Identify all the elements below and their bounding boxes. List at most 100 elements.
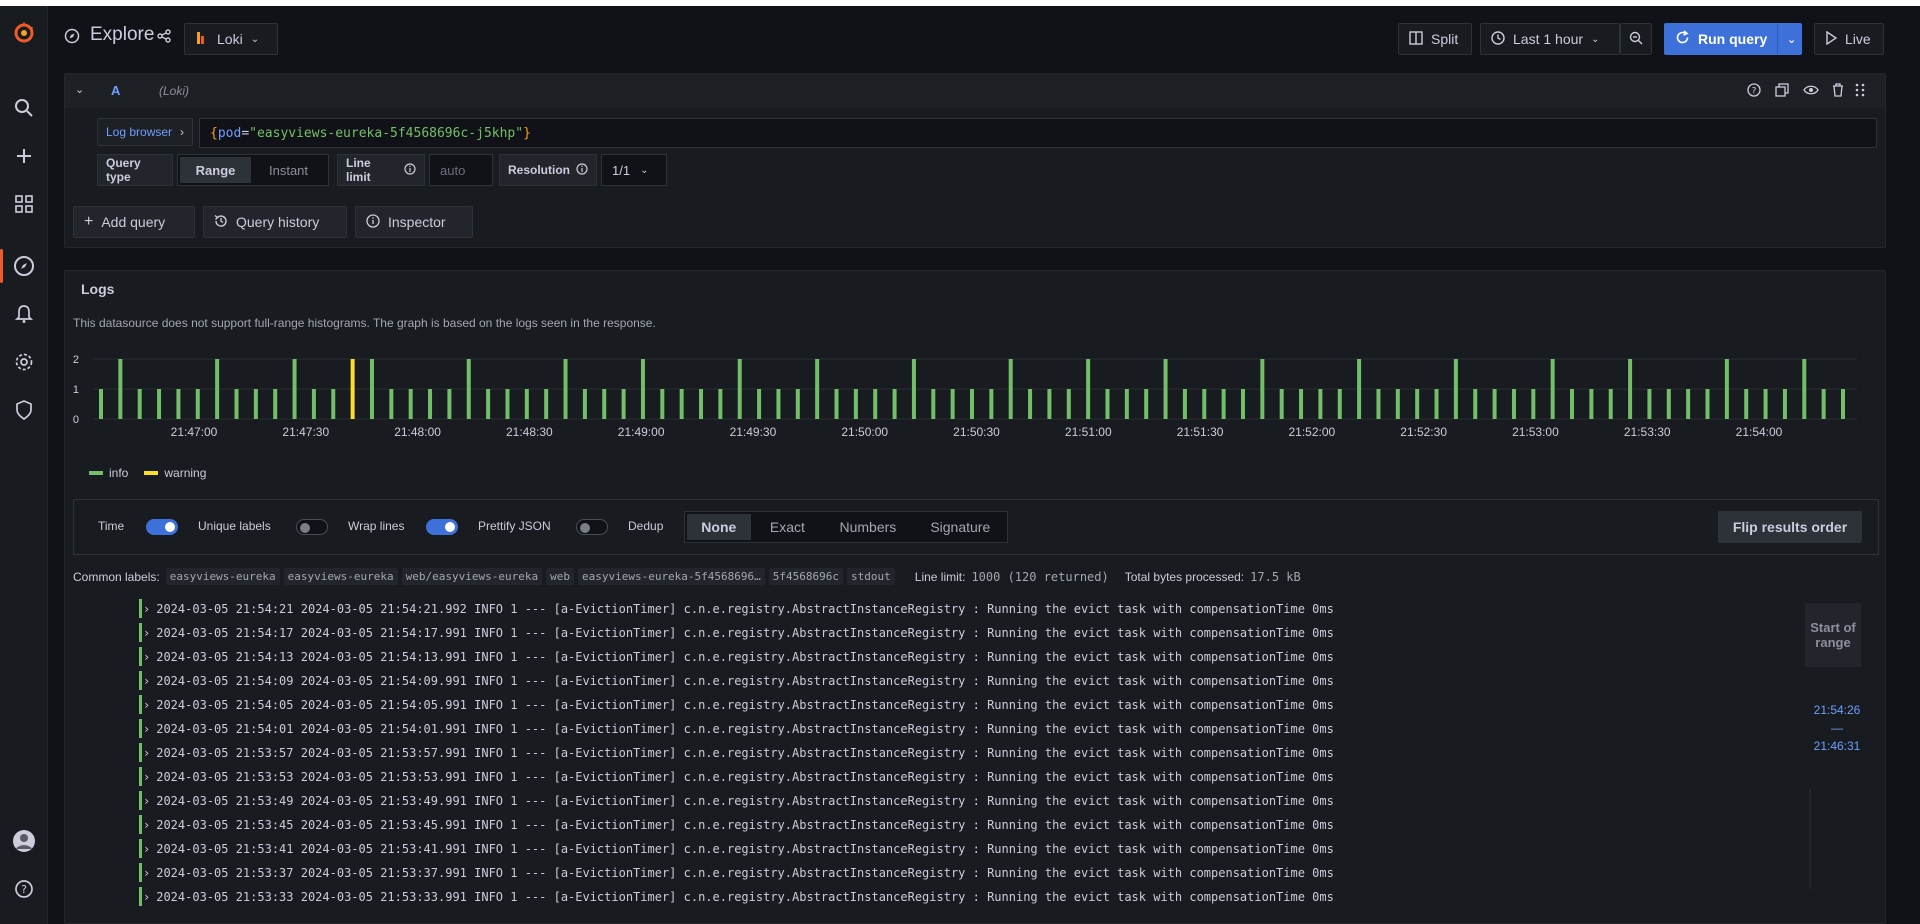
query-expression-input[interactable]: { pod = "easyviews-eureka-5f4568696c-j5k… [199, 118, 1877, 148]
histogram-bar-info[interactable] [1686, 389, 1691, 419]
dedup-signature-option[interactable]: Signature [916, 514, 1005, 540]
duplicate-query-icon[interactable] [1775, 83, 1789, 100]
expand-chevron-icon[interactable]: › [143, 866, 150, 880]
histogram-bar-info[interactable] [989, 389, 994, 419]
expand-chevron-icon[interactable]: › [143, 698, 150, 712]
logs-volume-histogram[interactable]: 0 1 2 21:47:00 21:47:30 21:48:00 21:48:30 21:49… [65, 351, 1886, 451]
datasource-picker[interactable]: Loki ⌄ [184, 23, 278, 55]
add-query-button[interactable]: + Add query [73, 206, 195, 238]
dashboards-icon[interactable] [10, 190, 38, 218]
expand-chevron-icon[interactable]: › [143, 818, 150, 832]
histogram-bar-info[interactable] [1744, 389, 1749, 419]
delete-query-trash-icon[interactable] [1831, 83, 1845, 100]
histogram-bar-info[interactable] [1105, 389, 1110, 419]
log-row[interactable]: › 2024-03-05 21:53:41 2024-03-05 21:53:41… [143, 839, 1334, 858]
histogram-bar-info[interactable] [1008, 359, 1013, 419]
histogram-bar-info[interactable] [1666, 389, 1671, 419]
histogram-bar-info[interactable] [176, 389, 181, 419]
query-type-range-option[interactable]: Range [180, 157, 252, 183]
histogram-bar-info[interactable] [1802, 359, 1807, 419]
run-query-button[interactable]: Run query ⌄ [1664, 23, 1802, 55]
histogram-bar-info[interactable] [118, 359, 123, 419]
log-row[interactable]: › 2024-03-05 21:54:05 2024-03-05 21:54:05… [143, 695, 1334, 714]
histogram-bar-info[interactable] [1453, 359, 1458, 419]
histogram-bar-info[interactable] [660, 389, 665, 419]
histogram-bar-info[interactable] [1260, 359, 1265, 419]
histogram-bar-info[interactable] [1182, 389, 1187, 419]
histogram-bar-info[interactable] [1221, 389, 1226, 419]
expand-chevron-icon[interactable]: › [143, 746, 150, 760]
configuration-gear-icon[interactable] [10, 348, 38, 376]
log-row[interactable]: › 2024-03-05 21:53:57 2024-03-05 21:53:57… [143, 743, 1334, 762]
histogram-bar-info[interactable] [795, 389, 800, 419]
histogram-bar-info[interactable] [311, 389, 316, 419]
histogram-bar-info[interactable] [1028, 389, 1033, 419]
histogram-bar-info[interactable] [1531, 389, 1536, 419]
histogram-bar-info[interactable] [1782, 389, 1787, 419]
histogram-bar-info[interactable] [1357, 359, 1362, 419]
expand-chevron-icon[interactable]: › [143, 842, 150, 856]
expand-chevron-icon[interactable]: › [143, 770, 150, 784]
log-browser-button[interactable]: Log browser › [97, 118, 194, 146]
log-row[interactable]: › 2024-03-05 21:53:45 2024-03-05 21:53:45… [143, 815, 1334, 834]
histogram-bar-info[interactable] [1066, 389, 1071, 419]
histogram-bar-info[interactable] [1492, 389, 1497, 419]
histogram-bar-info[interactable] [505, 389, 510, 419]
histogram-bar-info[interactable] [873, 389, 878, 419]
dedup-none-option[interactable]: None [687, 514, 751, 540]
grafana-logo-icon[interactable] [10, 18, 38, 46]
info-circle-icon[interactable] [404, 162, 416, 178]
histogram-bar-info[interactable] [99, 389, 103, 419]
dedup-exact-option[interactable]: Exact [755, 514, 821, 540]
expand-chevron-icon[interactable]: › [143, 722, 150, 736]
histogram-bar-info[interactable] [428, 389, 433, 419]
histogram-bar-info[interactable] [1841, 389, 1845, 419]
histogram-bar-info[interactable] [1434, 389, 1439, 419]
expand-chevron-icon[interactable]: › [143, 650, 150, 664]
help-icon[interactable]: ? [1747, 83, 1761, 100]
split-button[interactable]: Split [1398, 23, 1472, 55]
log-row[interactable]: › 2024-03-05 21:53:33 2024-03-05 21:53:33… [143, 887, 1334, 906]
log-row[interactable]: › 2024-03-05 21:53:49 2024-03-05 21:53:49… [143, 791, 1334, 810]
histogram-bar-info[interactable] [602, 389, 607, 419]
histogram-bar-info[interactable] [234, 389, 239, 419]
zoom-out-button[interactable] [1620, 23, 1652, 55]
query-ref-id[interactable]: A [111, 83, 120, 98]
histogram-bar-info[interactable] [544, 389, 549, 419]
collapse-chevron-icon[interactable]: ⌄ [75, 83, 84, 96]
alerting-bell-icon[interactable] [10, 300, 38, 328]
expand-chevron-icon[interactable]: › [143, 674, 150, 688]
histogram-bar-info[interactable] [911, 359, 916, 419]
query-history-button[interactable]: Query history [203, 206, 347, 238]
help-icon[interactable]: ? [10, 875, 38, 903]
histogram-bar-info[interactable] [621, 389, 626, 419]
histogram-bar-info[interactable] [137, 389, 142, 419]
histogram-bar-info[interactable] [1724, 359, 1729, 419]
histogram-bar-info[interactable] [1589, 389, 1594, 419]
expand-chevron-icon[interactable]: › [143, 794, 150, 808]
live-button[interactable]: Live [1814, 23, 1884, 55]
histogram-bar-info[interactable] [582, 389, 587, 419]
histogram-bar-info[interactable] [447, 389, 452, 419]
histogram-bar-info[interactable] [950, 389, 955, 419]
histogram-bar-info[interactable] [640, 359, 645, 419]
histogram-bar-info[interactable] [776, 389, 781, 419]
histogram-bar-info[interactable] [1337, 389, 1342, 419]
histogram-bar-info[interactable] [157, 389, 162, 419]
range-navigation-indicator[interactable]: 21:54:26 — 21:46:31 [1809, 701, 1865, 755]
histogram-bar-info[interactable] [1240, 389, 1245, 419]
user-avatar[interactable] [10, 827, 38, 855]
histogram-bar-info[interactable] [1299, 389, 1304, 419]
histogram-bar-info[interactable] [331, 389, 336, 419]
histogram-bar-info[interactable] [1511, 389, 1516, 419]
histogram-bar-info[interactable] [195, 389, 200, 419]
histogram-bar-info[interactable] [1047, 389, 1052, 419]
histogram-bar-info[interactable] [1202, 389, 1207, 419]
histogram-bar-info[interactable] [1318, 389, 1323, 419]
histogram-bar-info[interactable] [1376, 389, 1381, 419]
line-limit-input[interactable]: auto [429, 154, 493, 186]
histogram-bar-info[interactable] [718, 389, 723, 419]
histogram-bar-info[interactable] [892, 389, 897, 419]
histogram-bar-info[interactable] [970, 389, 974, 419]
histogram-bar-warning[interactable] [350, 359, 355, 419]
